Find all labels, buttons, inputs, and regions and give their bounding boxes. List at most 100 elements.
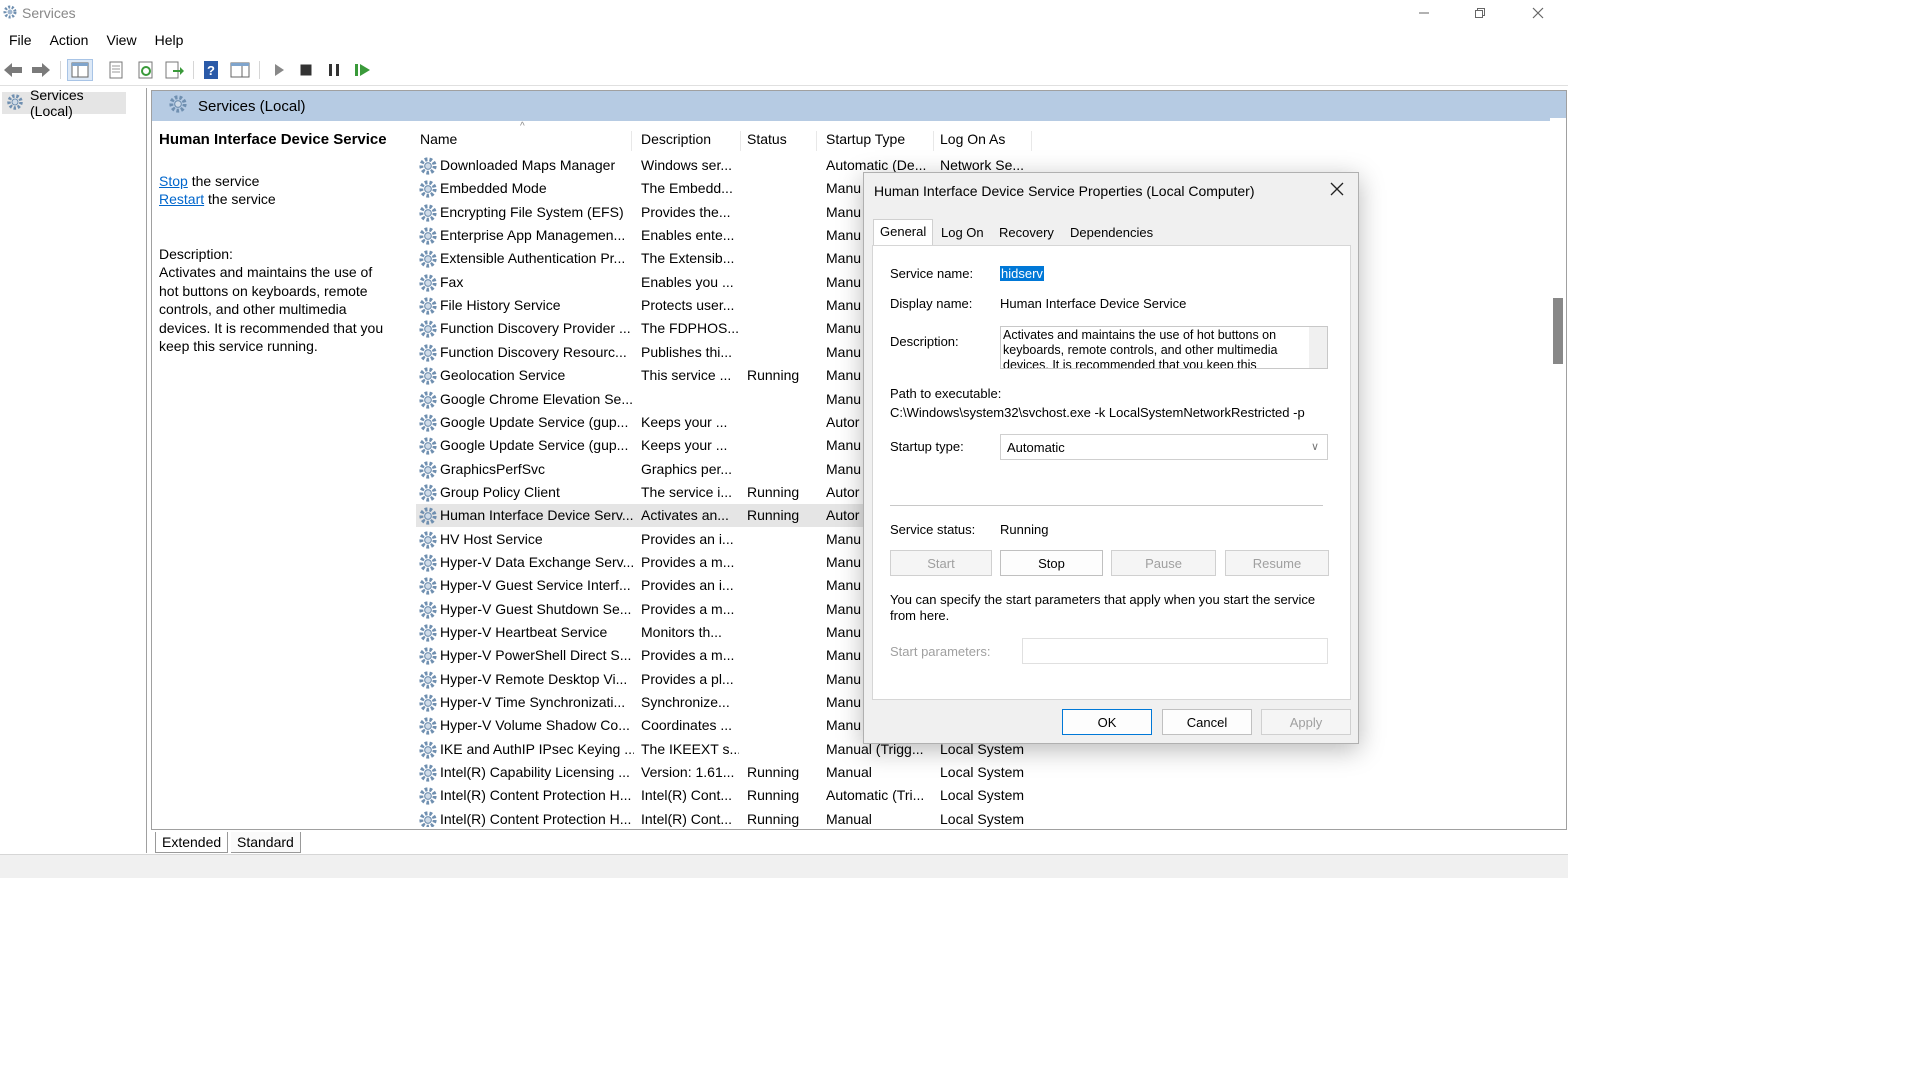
service-name-cell: GraphicsPerfSvc xyxy=(440,460,546,477)
service-description-cell: Provides a m... xyxy=(641,647,735,664)
service-description-cell: Monitors th... xyxy=(641,624,722,640)
service-name-cell: Function Discovery Resourc... xyxy=(440,343,627,360)
startup-type-dropdown[interactable]: Automatic ∨ xyxy=(1000,434,1328,460)
service-description-cell: Provides an i... xyxy=(641,530,734,547)
services-gear-icon xyxy=(6,93,24,114)
service-gear-icon xyxy=(418,179,438,202)
service-gear-icon xyxy=(418,296,438,319)
tab-general[interactable]: General xyxy=(873,219,934,246)
resume-button[interactable]: Resume xyxy=(1225,550,1329,576)
service-name-cell: Intel(R) Content Protection H... xyxy=(440,810,632,827)
scrollbar-thumb[interactable] xyxy=(1553,298,1563,364)
service-name-cell: Human Interface Device Serv... xyxy=(440,507,634,524)
service-gear-icon xyxy=(418,553,438,576)
description-label: Description: xyxy=(159,245,233,262)
service-name-cell: Hyper-V Volume Shadow Co... xyxy=(440,717,630,734)
service-name-label: Service name: xyxy=(890,266,974,281)
service-row[interactable]: Intel(R) Content Protection H... Intel(R)… xyxy=(416,808,1036,827)
service-log-on-as-cell: Local System xyxy=(940,787,1025,804)
stop-service-link[interactable]: Stop xyxy=(159,173,188,189)
service-gear-icon xyxy=(418,693,438,716)
ok-button[interactable]: OK xyxy=(1062,709,1152,735)
start-service-icon[interactable] xyxy=(268,59,290,81)
menu-file[interactable]: File xyxy=(0,28,41,52)
service-name-cell: Embedded Mode xyxy=(440,180,547,197)
minimize-button[interactable] xyxy=(1396,0,1452,26)
service-name-cell: Fax xyxy=(440,273,464,290)
tab-dependencies[interactable]: Dependencies xyxy=(1064,221,1159,245)
export-list-icon[interactable] xyxy=(163,59,185,81)
path-label: Path to executable: xyxy=(890,386,1002,401)
menu-view[interactable]: View xyxy=(97,28,145,52)
tab-recovery[interactable]: Recovery xyxy=(993,221,1060,245)
service-name-cell: File History Service xyxy=(440,297,561,314)
service-name-value[interactable]: hidserv xyxy=(1000,266,1044,281)
refresh-icon[interactable] xyxy=(135,59,157,81)
show-hide-action-pane-icon[interactable] xyxy=(229,59,251,81)
path-value: C:\Windows\system32\svchost.exe -k Local… xyxy=(890,405,1305,420)
column-description[interactable]: Description xyxy=(637,131,741,151)
service-description-cell: Keeps your ... xyxy=(641,437,728,454)
service-status-cell: Running xyxy=(747,367,800,384)
service-row[interactable]: Intel(R) Content Protection H... Intel(R)… xyxy=(416,784,1036,807)
menu-bar: File Action View Help xyxy=(0,28,1568,52)
properties-icon[interactable] xyxy=(105,59,127,81)
service-description-cell: Activates an... xyxy=(641,507,729,524)
status-bar xyxy=(0,854,1568,878)
stop-service-icon[interactable] xyxy=(295,59,317,81)
start-button[interactable]: Start xyxy=(890,550,992,576)
start-parameters-input[interactable] xyxy=(1022,638,1328,664)
service-description-cell: Provides an i... xyxy=(641,577,734,594)
separator xyxy=(890,505,1323,506)
apply-button[interactable]: Apply xyxy=(1261,709,1351,735)
menu-help[interactable]: Help xyxy=(146,28,193,52)
column-startup-type[interactable]: Startup Type xyxy=(822,131,934,151)
service-gear-icon xyxy=(418,600,438,623)
help-icon[interactable]: ? xyxy=(200,59,222,81)
tree-item-services-local[interactable]: Services (Local) xyxy=(2,87,126,119)
dialog-close-button[interactable] xyxy=(1324,179,1350,203)
service-gear-icon xyxy=(418,273,438,296)
close-button[interactable] xyxy=(1510,0,1566,26)
service-gear-icon xyxy=(418,390,438,413)
service-name-text: hidserv xyxy=(1000,266,1044,281)
console-tree-icon[interactable] xyxy=(67,59,93,81)
pause-button[interactable]: Pause xyxy=(1111,550,1216,576)
restart-link-suffix: the service xyxy=(204,191,276,207)
service-name-cell: Group Policy Client xyxy=(440,483,560,500)
service-description-cell: Provides the... xyxy=(641,203,731,220)
service-gear-icon xyxy=(418,413,438,436)
restore-button[interactable] xyxy=(1452,0,1508,26)
tab-standard[interactable]: Standard xyxy=(231,832,301,853)
stop-button[interactable]: Stop xyxy=(1000,550,1103,576)
menu-action[interactable]: Action xyxy=(41,28,98,52)
close-icon xyxy=(1330,182,1344,201)
service-status-cell: Running xyxy=(747,787,800,804)
column-log-on-as[interactable]: Log On As xyxy=(936,131,1032,151)
pause-service-icon[interactable] xyxy=(323,59,345,81)
service-log-on-as-cell: Local System xyxy=(940,810,1025,827)
vertical-scrollbar[interactable] xyxy=(1550,118,1566,828)
title-bar: Services xyxy=(0,0,1568,28)
description-scrollbar[interactable] xyxy=(1309,327,1327,368)
back-icon[interactable] xyxy=(2,59,24,81)
start-parameters-label: Start parameters: xyxy=(890,644,991,659)
service-name-cell: Geolocation Service xyxy=(440,367,566,384)
display-name-label: Display name: xyxy=(890,296,973,311)
service-row[interactable]: Intel(R) Capability Licensing ... Version… xyxy=(416,761,1036,784)
service-name-cell: Function Discovery Provider ... xyxy=(440,320,631,337)
stop-link-suffix: the service xyxy=(187,172,260,189)
restart-service-link[interactable]: Restart xyxy=(159,191,204,207)
service-gear-icon xyxy=(418,530,438,553)
column-name[interactable]: Name xyxy=(416,131,632,151)
tab-log-on[interactable]: Log On xyxy=(935,221,990,245)
service-gear-icon xyxy=(418,670,438,693)
cancel-button[interactable]: Cancel xyxy=(1162,709,1252,735)
restart-service-icon[interactable] xyxy=(352,59,374,81)
tab-extended[interactable]: Extended xyxy=(155,832,229,853)
column-status[interactable]: Status xyxy=(743,131,817,151)
forward-icon[interactable] xyxy=(30,59,52,81)
display-name-value[interactable]: Human Interface Device Service xyxy=(1000,296,1186,311)
service-gear-icon xyxy=(418,716,438,739)
description-textbox[interactable]: Activates and maintains the use of hot b… xyxy=(1000,326,1328,369)
